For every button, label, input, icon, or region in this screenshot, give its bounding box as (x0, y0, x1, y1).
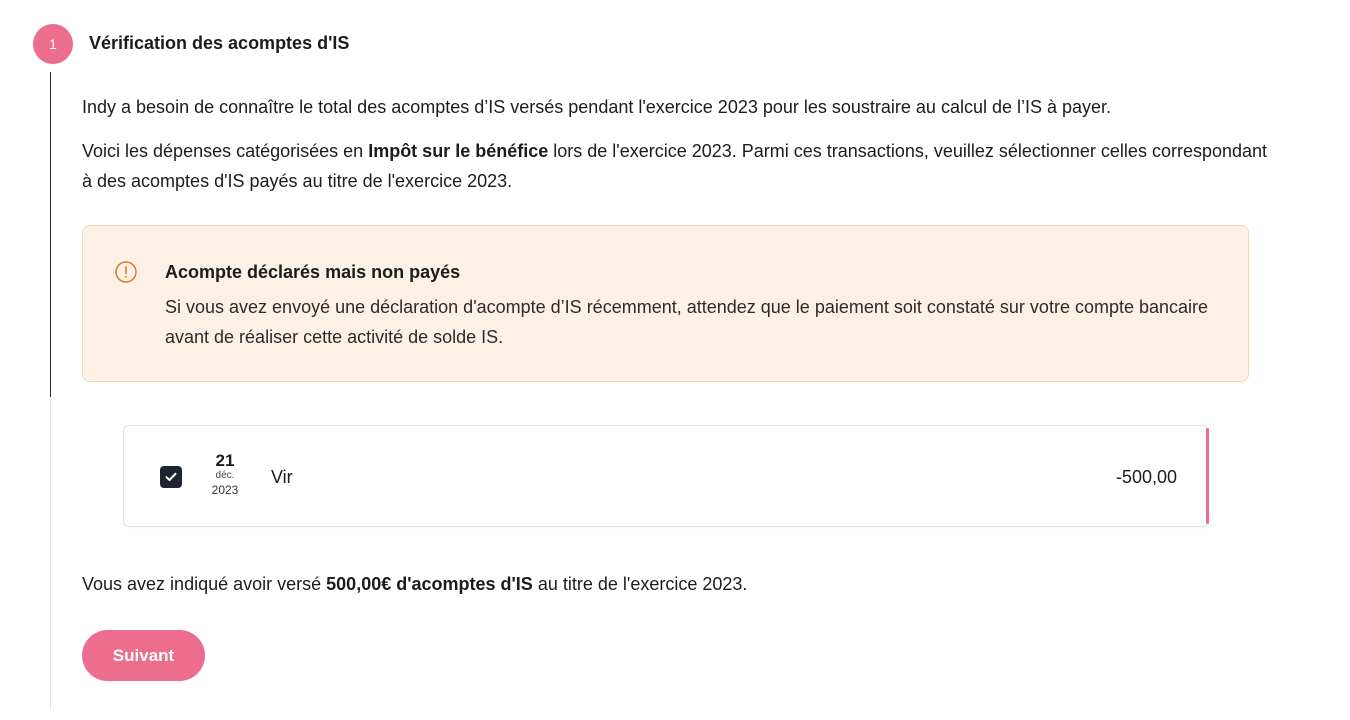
checkmark-icon (165, 472, 177, 481)
summary-text-end: au titre de l'exercice 2023. (532, 574, 748, 594)
summary-text: Vous avez indiqué avoir versé 500,00€ d'… (82, 570, 747, 598)
transaction-year: 2023 (211, 483, 239, 497)
transaction-selected-indicator (1206, 428, 1209, 524)
page: 1 Vérification des acomptes d'IS Indy a … (0, 0, 1350, 720)
category-name: Impôt sur le bénéfice (368, 141, 549, 161)
transaction-month: déc. (215, 470, 235, 481)
alert-title: Acompte déclarés mais non payés (165, 262, 461, 282)
step-content: Indy a besoin de connaître le total des … (82, 92, 1282, 196)
step-progress-line (50, 72, 51, 397)
instructions-paragraph: Voici les dépenses catégorisées en Impôt… (82, 136, 1282, 196)
warning-alert: Acompte déclarés mais non payés Si vous … (82, 225, 1249, 382)
summary-text-start: Vous avez indiqué avoir versé (82, 574, 327, 594)
transaction-date: 21 déc. 2023 (204, 452, 246, 498)
alert-message: Si vous avez envoyé une déclaration d'ac… (165, 297, 1209, 347)
instructions-text-start: Voici les dépenses catégorisées en (82, 141, 369, 161)
transaction-day: 21 (215, 451, 235, 470)
exclamation-circle-icon (115, 261, 137, 283)
intro-paragraph: Indy a besoin de connaître le total des … (82, 97, 1112, 117)
transaction-label: Vir (271, 467, 293, 487)
step-number-badge: 1 (33, 24, 73, 64)
step-progress-line-pending (50, 397, 51, 710)
transaction-row[interactable]: 21 déc. 2023 Vir -500,00 (123, 425, 1209, 527)
step-number: 1 (49, 36, 57, 52)
transaction-amount: -500,00 (1115, 467, 1177, 487)
summary-total: 500,00€ d'acomptes d'IS (326, 574, 533, 594)
next-button[interactable]: Suivant (82, 630, 205, 681)
transaction-checkbox[interactable] (160, 466, 182, 488)
step-title: Vérification des acomptes d'IS (89, 33, 350, 53)
